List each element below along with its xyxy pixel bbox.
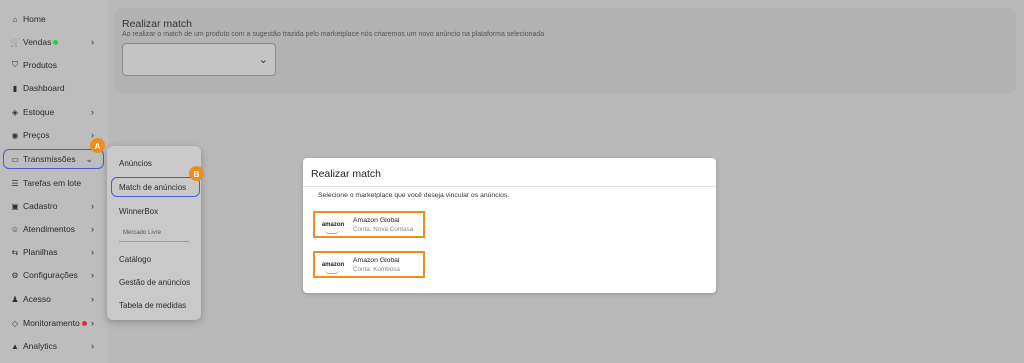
- chevron-right-icon: ›: [91, 201, 94, 211]
- sidebar-item-label: Produtos: [23, 60, 58, 70]
- annotation-badge-a: A: [90, 138, 105, 153]
- sidebar-item-acesso[interactable]: ♟ Acesso ›: [4, 289, 104, 309]
- sidebar-item-cadastro[interactable]: ▣ Cadastro ›: [4, 196, 104, 216]
- status-dot: [81, 320, 87, 326]
- stock-icon: ◈: [11, 107, 19, 117]
- submenu-divider: [119, 241, 189, 242]
- amazon-logo-icon: amazon: [315, 222, 351, 234]
- modal-divider: [303, 186, 716, 187]
- support-icon: ☺: [10, 224, 20, 234]
- submenu-item-catalogo[interactable]: Catálogo: [107, 255, 201, 264]
- chevron-down-icon: ⌄: [258, 54, 268, 66]
- submenu-item-match-de-anuncios[interactable]: Match de anúncios: [111, 177, 200, 197]
- access-icon: ♟: [11, 294, 19, 304]
- analytics-icon: ▲: [11, 341, 19, 351]
- sidebar-item-precos[interactable]: ◉ Preços ›: [4, 125, 104, 145]
- sidebar-item-vendas[interactable]: 🛒 Vendas ›: [4, 32, 104, 52]
- sidebar-item-label: Planilhas: [23, 247, 58, 257]
- gear-icon: ⚙: [11, 270, 19, 280]
- modal-title: Realizar match: [311, 168, 382, 180]
- sidebar-item-configuracoes[interactable]: ⚙ Configurações ›: [4, 265, 104, 285]
- transmission-icon: ▭: [11, 154, 19, 164]
- submenu-item-label: Match de anúncios: [119, 182, 187, 192]
- chevron-right-icon: ›: [91, 341, 94, 351]
- sidebar-item-dashboard[interactable]: ▮ Dashboard: [4, 78, 104, 98]
- chevron-right-icon: ›: [91, 37, 94, 47]
- sidebar-item-label: Analytics: [23, 341, 58, 351]
- sidebar-item-tarefas[interactable]: ☰ Tarefas em lote: [4, 173, 104, 193]
- sidebar-item-label: Home: [23, 14, 46, 24]
- transmissoes-submenu: Anúncios Match de anúncios WinnerBox Mer…: [107, 146, 201, 320]
- status-dot: [53, 39, 59, 45]
- sidebar-item-label: Preços: [23, 130, 50, 140]
- sidebar-item-analytics[interactable]: ▲ Analytics ›: [4, 336, 104, 356]
- marketplace-account: Conta: Nova Contasa: [353, 225, 414, 233]
- sidebar-item-atendimentos[interactable]: ☺ Atendimentos ›: [4, 219, 104, 239]
- realizar-match-modal: Realizar match Selecione o marketplace q…: [303, 158, 716, 293]
- tasks-icon: ☰: [11, 178, 19, 188]
- match-panel: Realizar match Ao realizar o match de um…: [114, 8, 1016, 94]
- chevron-right-icon: ›: [91, 247, 94, 257]
- marketplace-name: Amazon Global: [353, 256, 400, 264]
- register-icon: ▣: [11, 201, 19, 211]
- dashboard-icon: ▮: [12, 83, 18, 93]
- sidebar-item-transmissoes[interactable]: ▭ Transmissões ⌄: [3, 149, 104, 169]
- spreadsheet-icon: ⇆: [11, 247, 19, 257]
- chevron-down-icon: ⌄: [85, 153, 93, 164]
- chevron-right-icon: ›: [91, 224, 94, 234]
- sidebar-item-estoque[interactable]: ◈ Estoque ›: [4, 102, 104, 122]
- sidebar-item-label: Configurações: [23, 270, 78, 280]
- home-icon: ⌂: [12, 14, 18, 24]
- price-icon: ◉: [11, 130, 19, 140]
- annotation-badge-b: B: [189, 166, 204, 181]
- sidebar-item-label: Estoque: [23, 107, 55, 117]
- sidebar-item-monitoramento[interactable]: ◇ Monitoramento ›: [4, 313, 104, 333]
- submenu-item-anuncios[interactable]: Anúncios: [107, 159, 201, 168]
- submenu-item-winnerbox[interactable]: WinnerBox: [107, 207, 201, 216]
- marketplace-select[interactable]: ⌄: [122, 43, 276, 76]
- marketplace-option[interactable]: amazon Amazon Global Conta: Kombosa: [313, 251, 425, 278]
- sidebar-item-planilhas[interactable]: ⇆ Planilhas ›: [4, 242, 104, 262]
- chevron-right-icon: ›: [91, 318, 94, 328]
- marketplace-name: Amazon Global: [353, 216, 400, 224]
- sidebar-item-label: Tarefas em lote: [23, 178, 82, 188]
- cart-icon: 🛒: [10, 37, 20, 47]
- sidebar-item-label: Transmissões: [23, 154, 76, 164]
- submenu-item-tabela-de-medidas[interactable]: Tabela de medidas: [107, 301, 201, 310]
- sidebar-item-label: Cadastro: [23, 201, 58, 211]
- sidebar-item-label: Vendas: [23, 37, 52, 47]
- sidebar-item-home[interactable]: ⌂ Home: [4, 9, 104, 29]
- amazon-logo-icon: amazon: [315, 262, 351, 274]
- chevron-right-icon: ›: [91, 270, 94, 280]
- submenu-section-mercado-livre: Mercado Livre: [123, 230, 162, 236]
- marketplace-account: Conta: Kombosa: [353, 265, 400, 273]
- panel-title: Realizar match: [122, 18, 193, 30]
- chevron-right-icon: ›: [91, 107, 94, 117]
- sidebar-item-label: Acesso: [23, 294, 51, 304]
- sidebar-item-label: Monitoramento: [23, 318, 80, 328]
- sidebar-item-label: Atendimentos: [23, 224, 75, 234]
- sidebar-item-produtos[interactable]: ⛉ Produtos: [4, 55, 104, 75]
- monitor-icon: ◇: [11, 318, 19, 328]
- panel-subtitle: Ao realizar o match de um produto com a …: [122, 31, 545, 38]
- sidebar-item-label: Dashboard: [23, 83, 65, 93]
- product-icon: ⛉: [12, 60, 18, 69]
- sidebar: ⌂ Home 🛒 Vendas › ⛉ Produtos ▮ Dashboard…: [0, 0, 108, 363]
- marketplace-option[interactable]: amazon Amazon Global Conta: Nova Contasa: [313, 211, 425, 238]
- chevron-right-icon: ›: [91, 294, 94, 304]
- modal-description: Selecione o marketplace que você deseja …: [318, 192, 510, 199]
- submenu-item-gestao-de-anuncios[interactable]: Gestão de anúncios: [107, 278, 201, 287]
